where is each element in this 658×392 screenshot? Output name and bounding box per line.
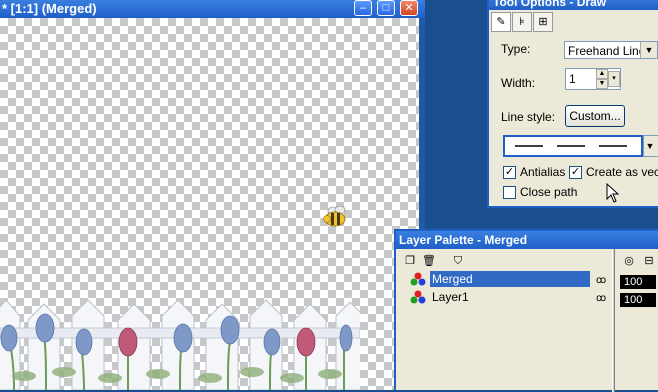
width-value: 1 [569,72,576,86]
visibility-header-icon[interactable]: ◎ [623,255,635,267]
maximize-button[interactable]: □ [377,0,395,16]
width-label: Width: [501,76,536,90]
visibility-icon[interactable]: ꝏ [596,273,606,289]
layer-row-layer1[interactable]: Layer1 ꝏ [404,289,606,307]
visibility-icon[interactable]: ꝏ [596,291,606,307]
spin-dropdown-icon[interactable]: ▾ [608,71,620,87]
spin-down-icon[interactable]: ▼ [596,79,608,89]
custom-button[interactable]: Custom... [565,105,625,127]
image-window: * [1:1] (Merged) – □ ✕ [0,0,425,390]
layer-palette-title: Layer Palette - Merged [396,231,658,249]
antialias-checkbox[interactable]: ✓ [503,166,516,179]
line-style-select[interactable] [503,135,643,157]
chevron-down-icon: ▼ [644,136,658,156]
tab-tool-options[interactable]: ⊧ [512,12,532,32]
tool-options-window: Tool Options - Draw ✎ ⊧ ⊞ Type: Freehand L… [487,0,658,208]
layer-palette-window: Layer Palette - Merged ❐ 🗑 ⛉ ◎ ⊟ Merged … [394,229,658,392]
line-style-dropdown[interactable]: ▼ [643,135,658,157]
new-layer-icon[interactable]: ❐ [404,255,416,267]
minimize-button[interactable]: – [354,0,372,16]
close-path-label: Close path [520,185,578,199]
chevron-down-icon: ▼ [640,42,657,58]
grid-icon: ⊞ [538,16,548,28]
layer-type-icon [410,290,426,304]
options-icon: ⊧ [519,16,525,28]
antialias-label: Antialias [520,165,566,179]
width-spinner[interactable]: 1 ▲ ▼ ▾ [565,68,621,90]
palette-splitter[interactable] [612,249,615,392]
layer-name[interactable]: Merged [430,271,590,287]
spin-up-icon[interactable]: ▲ [596,69,608,79]
layer-opacity[interactable]: 100 [620,293,656,307]
type-label: Type: [501,42,531,56]
layer-opacity[interactable]: 100 [620,275,656,289]
mask-icon[interactable]: ⛉ [452,255,464,267]
delete-layer-icon[interactable]: 🗑 [422,255,436,267]
tool-options-title: Tool Options - Draw [489,0,658,10]
create-vector-label: Create as vecto [586,165,658,179]
create-vector-checkbox[interactable]: ✓ [569,166,582,179]
type-select-value: Freehand Line [568,44,646,58]
close-button[interactable]: ✕ [400,0,418,16]
layer-type-icon [410,272,426,286]
tab-tool-settings[interactable]: ✎ [491,12,511,32]
type-select[interactable]: Freehand Line ▼ [564,41,658,59]
bee-graphic [323,205,346,227]
image-canvas[interactable] [0,18,419,390]
lock-header-icon[interactable]: ⊟ [643,255,655,267]
dash-preview-icon [515,145,627,147]
tab-tool-extras[interactable]: ⊞ [533,12,553,32]
mouse-cursor-icon [606,183,620,203]
draw-tool-icon: ✎ [496,16,506,28]
close-path-checkbox[interactable] [503,186,516,199]
tulip-fence-graphic [0,299,360,390]
layer-row-merged[interactable]: Merged ꝏ [404,271,606,289]
tool-options-tabs: ✎ ⊧ ⊞ [491,12,554,32]
line-style-label: Line style: [501,110,556,124]
layer-name[interactable]: Layer1 [430,289,590,305]
